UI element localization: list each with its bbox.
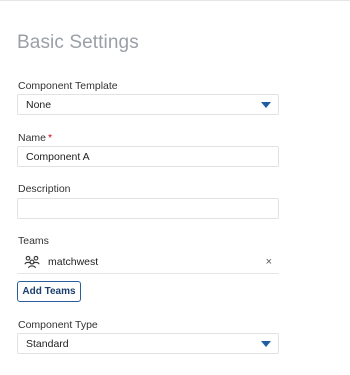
component-type-label: Component Type bbox=[18, 319, 98, 331]
component-type-select[interactable]: Standard bbox=[17, 333, 279, 354]
add-teams-button[interactable]: Add Teams bbox=[17, 281, 81, 302]
name-input-value: Component A bbox=[26, 150, 90, 163]
required-marker: * bbox=[48, 132, 53, 144]
description-label: Description bbox=[18, 183, 71, 195]
remove-team-icon[interactable]: × bbox=[266, 256, 272, 268]
team-name: matchwest bbox=[48, 256, 99, 268]
basic-settings-panel: Basic Settings Component Template None N… bbox=[0, 0, 350, 375]
caret-down-icon bbox=[261, 101, 271, 108]
teams-label: Teams bbox=[18, 235, 49, 247]
name-input[interactable]: Component A bbox=[17, 146, 279, 167]
team-group-icon bbox=[24, 255, 40, 269]
team-list-item: matchwest × bbox=[17, 251, 279, 274]
component-template-select[interactable]: None bbox=[17, 94, 279, 115]
component-template-value: None bbox=[26, 98, 52, 111]
component-type-value: Standard bbox=[26, 337, 69, 350]
component-template-label: Component Template bbox=[18, 80, 118, 92]
caret-down-icon bbox=[261, 340, 271, 347]
description-input[interactable] bbox=[17, 198, 279, 219]
name-label: Name * bbox=[18, 132, 52, 144]
page-title: Basic Settings bbox=[17, 32, 139, 53]
name-label-text: Name bbox=[18, 132, 47, 144]
